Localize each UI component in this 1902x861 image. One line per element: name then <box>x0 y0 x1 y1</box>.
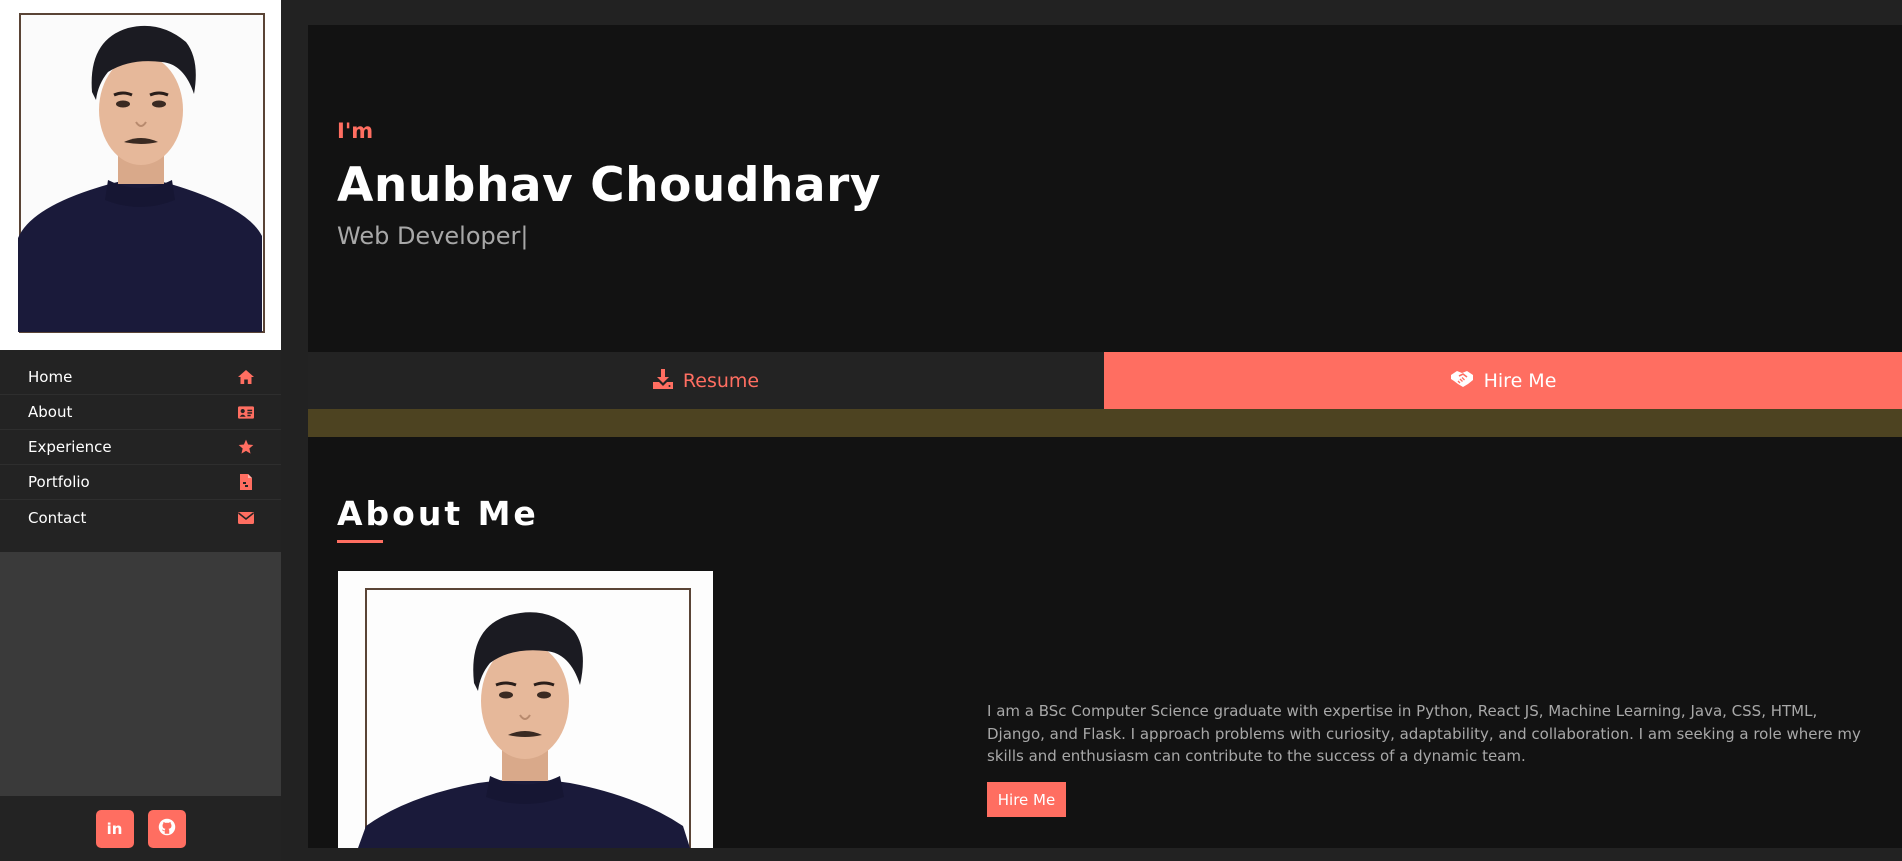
cta-row: Resume Hire Me <box>308 352 1902 409</box>
hero-intro: I'm <box>337 119 374 143</box>
hire-me-button-label: Hire Me <box>1483 369 1557 392</box>
resume-button[interactable]: Resume <box>308 352 1104 409</box>
hero-role-text: Web Developer <box>337 222 521 250</box>
about-hire-me-button[interactable]: Hire Me <box>987 782 1066 817</box>
about-description: I am a BSc Computer Science graduate wit… <box>987 702 1861 765</box>
hero-name: Anubhav Choudhary <box>337 158 881 213</box>
sidebar-item-label: Home <box>28 368 73 386</box>
linkedin-button[interactable]: in <box>95 809 134 848</box>
sidebar-item-portfolio[interactable]: Portfolio <box>0 465 281 500</box>
hire-me-button[interactable]: Hire Me <box>1104 352 1902 409</box>
sidebar-item-contact[interactable]: Contact <box>0 500 281 535</box>
about-title-underline <box>337 540 383 543</box>
file-icon <box>238 474 254 490</box>
divider-strip <box>308 409 1902 437</box>
hero-section: I'm Anubhav Choudhary Web Developer| <box>308 25 1902 352</box>
id-card-icon <box>238 404 254 420</box>
about-portrait-image <box>338 571 713 848</box>
envelope-icon <box>238 510 254 526</box>
page: Home About Experience Portfolio Contact … <box>0 0 1902 861</box>
profile-photo <box>0 0 281 350</box>
handshake-icon <box>1450 370 1474 392</box>
resume-button-label: Resume <box>682 369 760 392</box>
about-title: About Me <box>337 494 539 533</box>
hero-role: Web Developer| <box>337 222 528 250</box>
social-links: in <box>0 796 281 861</box>
main-content: I'm Anubhav Choudhary Web Developer| Res… <box>308 0 1902 861</box>
github-icon <box>158 818 176 840</box>
sidebar-item-label: Portfolio <box>28 473 90 491</box>
sidebar-nav: Home About Experience Portfolio Contact <box>0 350 281 552</box>
sidebar-item-label: Experience <box>28 438 112 456</box>
typing-cursor: | <box>520 222 529 250</box>
sidebar: Home About Experience Portfolio Contact … <box>0 0 281 861</box>
linkedin-icon: in <box>106 819 123 838</box>
sidebar-item-experience[interactable]: Experience <box>0 430 281 465</box>
about-section: About Me I am a BSc Computer Science gra… <box>308 437 1902 848</box>
github-button[interactable] <box>147 809 186 848</box>
profile-portrait-image <box>0 0 281 350</box>
sidebar-item-label: About <box>28 403 73 421</box>
star-icon <box>238 439 254 455</box>
sidebar-item-home[interactable]: Home <box>0 360 281 395</box>
download-icon <box>652 368 673 393</box>
home-icon <box>238 369 254 385</box>
sidebar-item-about[interactable]: About <box>0 395 281 430</box>
sidebar-item-label: Contact <box>28 508 87 527</box>
about-photo <box>338 571 713 848</box>
